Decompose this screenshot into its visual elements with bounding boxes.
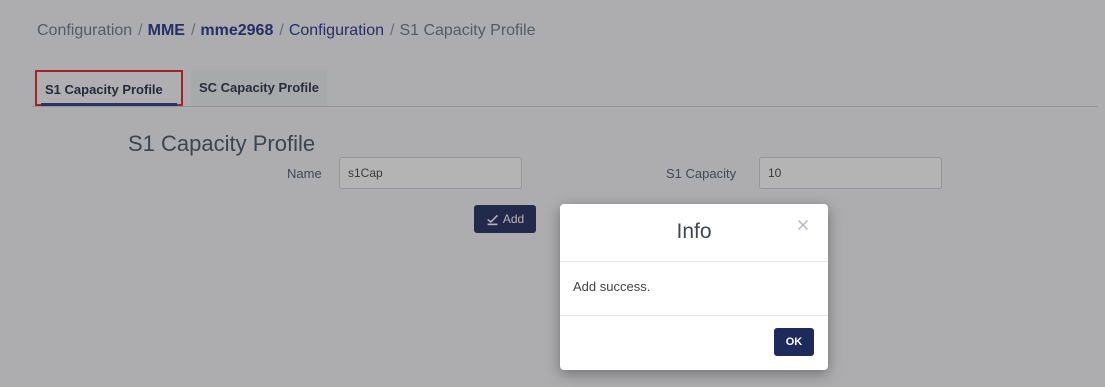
dialog-body: Add success.: [560, 262, 828, 316]
dialog-title: Info: [676, 220, 712, 243]
dialog-message: Add success.: [573, 279, 651, 294]
modal-backdrop[interactable]: [0, 0, 1105, 387]
ok-button[interactable]: OK: [774, 328, 814, 356]
dialog-header: Info: [560, 204, 828, 262]
info-dialog: Info Add success. OK: [560, 204, 828, 370]
close-icon[interactable]: [794, 216, 812, 234]
